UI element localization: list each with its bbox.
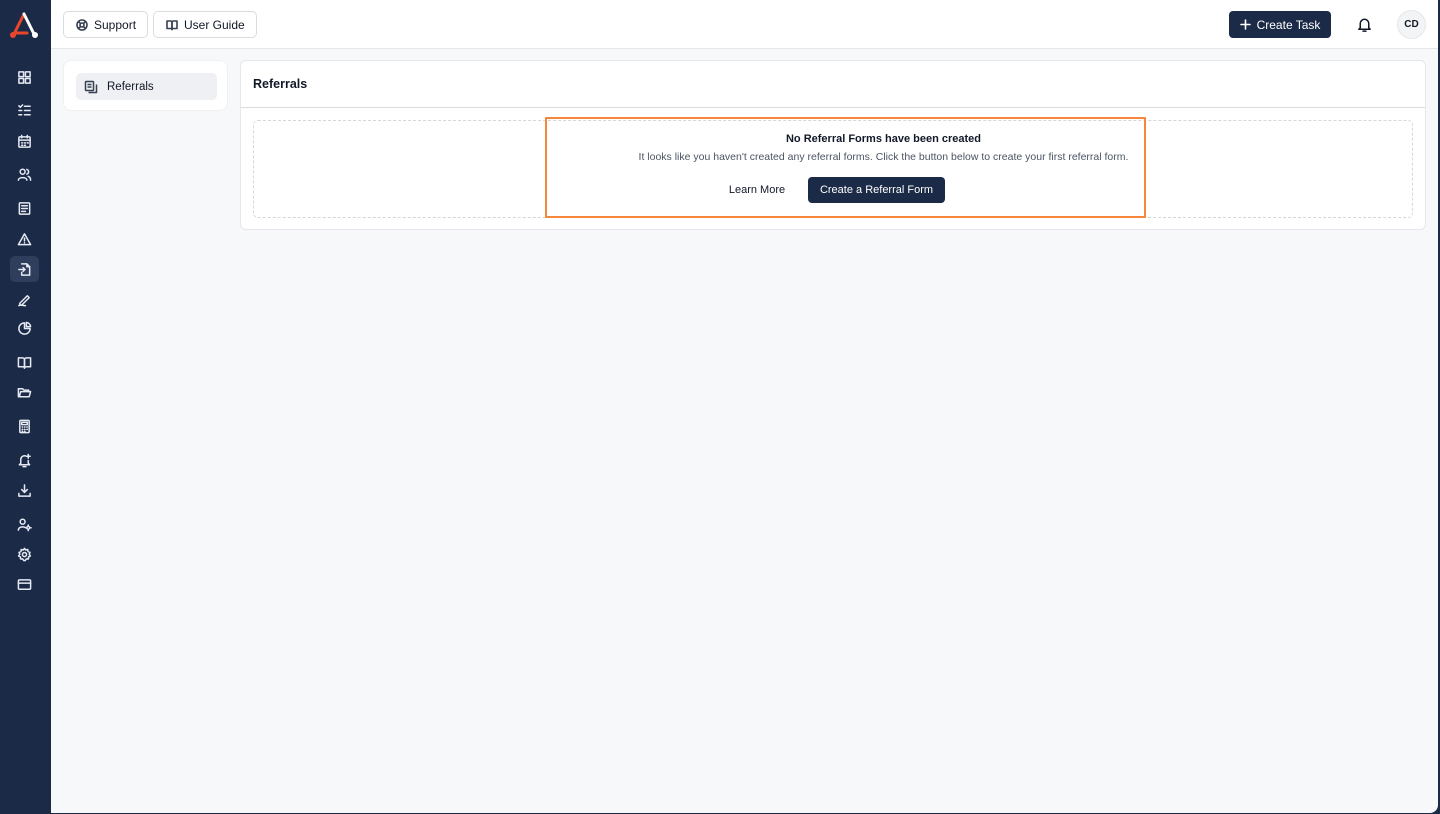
nav-calendar[interactable] xyxy=(10,128,39,154)
nav-billing[interactable] xyxy=(10,413,39,439)
nav-tasks[interactable] xyxy=(10,97,39,123)
bell-icon xyxy=(1357,18,1371,32)
main-content: Support User Guide Create Task CD Referr… xyxy=(51,0,1438,813)
settings-icon xyxy=(17,547,32,561)
app-window: Support User Guide Create Task CD Referr… xyxy=(0,0,1440,814)
notifications-button[interactable] xyxy=(1354,14,1374,34)
nav-files[interactable] xyxy=(10,379,39,405)
nav-clients[interactable] xyxy=(10,161,39,187)
nav-settings[interactable] xyxy=(10,541,39,567)
referrals-subnav: Referrals xyxy=(63,60,228,111)
create-referral-form-button[interactable]: Create a Referral Form xyxy=(808,177,945,203)
nav-incidents[interactable] xyxy=(10,226,39,252)
checklist-icon xyxy=(18,103,31,115)
user-settings-icon xyxy=(17,518,32,531)
nav-referrals[interactable] xyxy=(10,256,39,282)
alert-icon xyxy=(17,232,32,245)
referrals-card: Referrals xyxy=(240,60,1426,230)
calendar-icon xyxy=(18,134,31,148)
calculator-icon xyxy=(19,419,30,433)
book-icon xyxy=(17,356,32,369)
referral-icon xyxy=(18,262,31,276)
book-icon xyxy=(166,19,178,30)
nav-user-management[interactable] xyxy=(10,511,39,537)
subnav-item-referrals[interactable]: Referrals xyxy=(76,73,217,100)
folder-icon xyxy=(17,387,32,397)
download-icon xyxy=(18,483,31,497)
nav-dashboard[interactable] xyxy=(10,64,39,90)
nav-reminders[interactable] xyxy=(10,447,39,473)
nav-notes[interactable] xyxy=(10,195,39,221)
support-label: Support xyxy=(94,17,137,32)
user-avatar[interactable]: CD xyxy=(1397,10,1426,39)
create-task-label: Create Task xyxy=(1256,17,1321,32)
dashboard-icon xyxy=(18,70,31,84)
nav-reports[interactable] xyxy=(10,315,39,341)
support-button[interactable]: Support xyxy=(63,11,149,38)
plus-icon xyxy=(1239,19,1251,30)
nav-library[interactable] xyxy=(10,349,39,375)
document-list-icon xyxy=(18,201,31,215)
card-title: Referrals xyxy=(253,77,308,91)
user-guide-label: User Guide xyxy=(184,17,245,32)
nav-downloads[interactable] xyxy=(10,477,39,503)
pie-chart-icon xyxy=(18,321,32,335)
nav-payments[interactable] xyxy=(10,571,39,597)
credit-card-icon xyxy=(17,578,32,590)
nav-signatures[interactable] xyxy=(10,286,39,312)
app-logo-icon[interactable] xyxy=(9,12,39,40)
empty-state-title: No Referral Forms have been created xyxy=(785,133,982,145)
lifebuoy-icon xyxy=(76,18,88,31)
card-header: Referrals xyxy=(241,61,1425,108)
empty-state-description: It looks like you haven't created any re… xyxy=(638,151,1129,163)
learn-more-button[interactable]: Learn More xyxy=(723,178,791,202)
create-task-button[interactable]: Create Task xyxy=(1229,11,1331,38)
users-icon xyxy=(17,168,32,181)
subnav-item-label: Referrals xyxy=(107,80,154,93)
top-bar: Support User Guide Create Task CD xyxy=(51,0,1438,49)
sidebar xyxy=(0,0,51,814)
user-guide-button[interactable]: User Guide xyxy=(153,11,257,38)
bell-plus-icon xyxy=(18,453,31,467)
copy-icon xyxy=(84,80,98,93)
signature-icon xyxy=(18,294,30,306)
